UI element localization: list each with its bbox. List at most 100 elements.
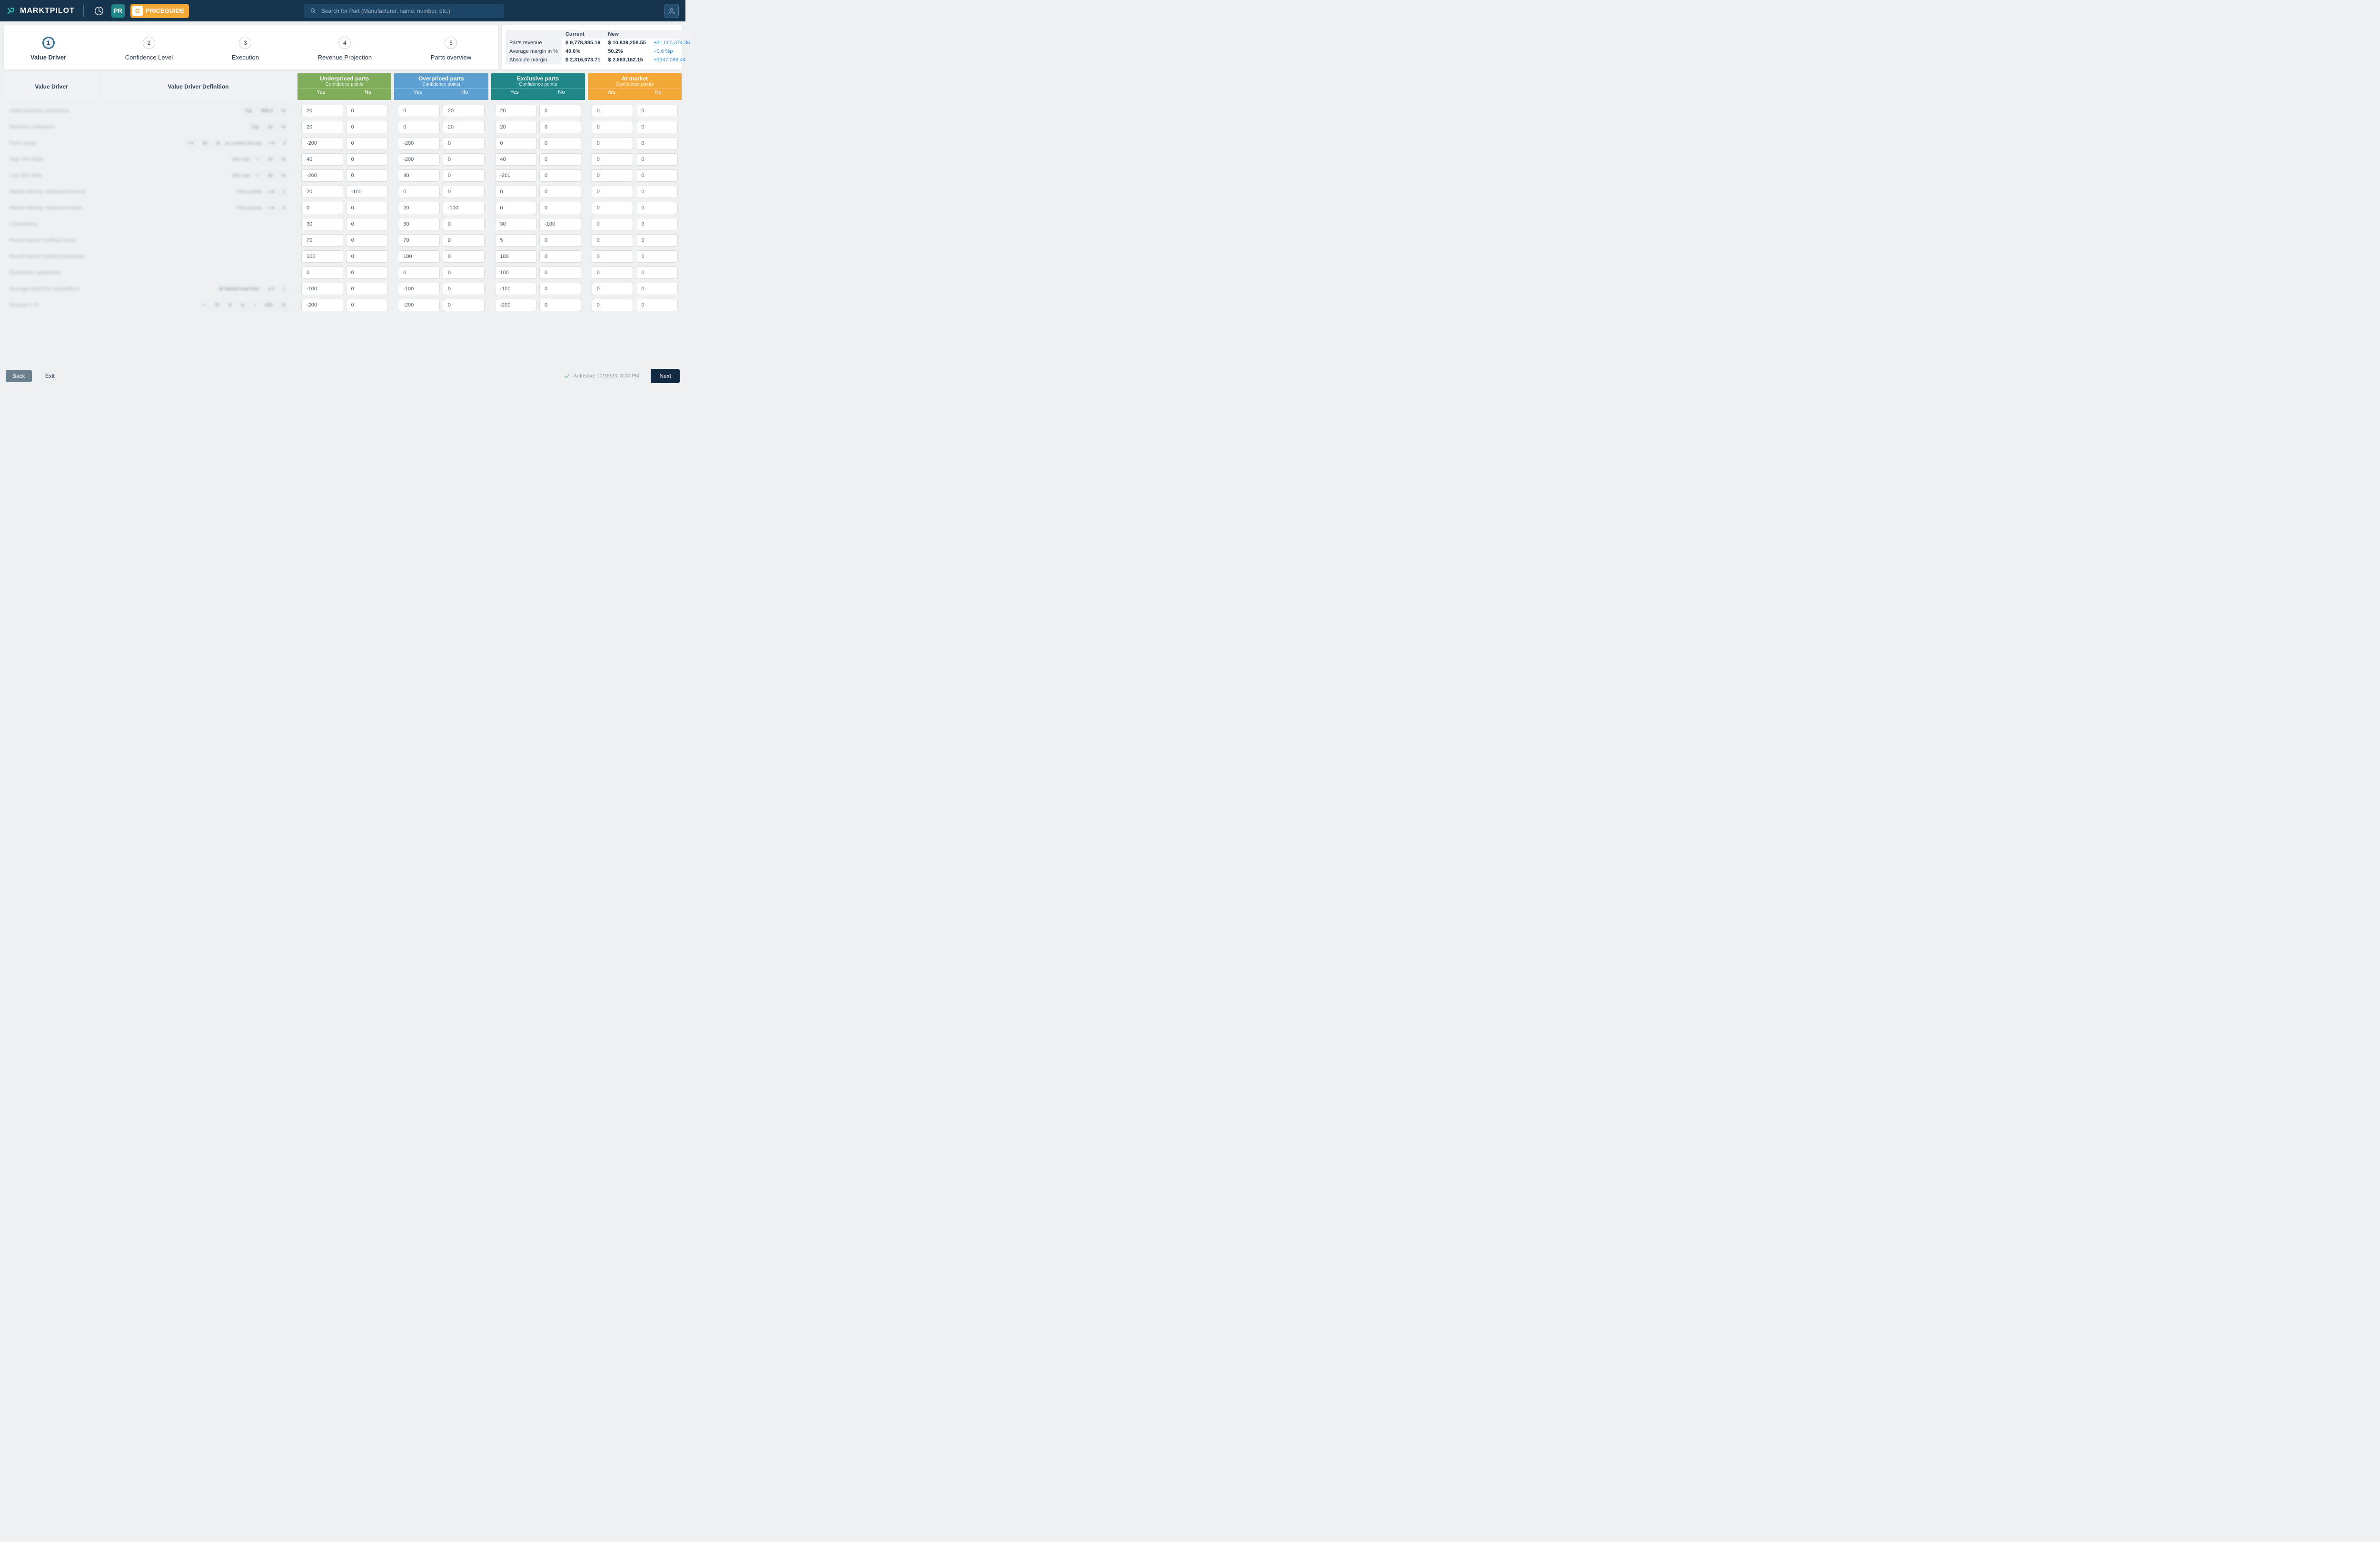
conf-input-no[interactable]: 0 <box>346 299 388 311</box>
conf-input-yes[interactable]: 30 <box>398 218 440 230</box>
conf-input-yes[interactable]: -200 <box>301 169 343 182</box>
conf-input-yes[interactable]: -200 <box>398 137 440 149</box>
conf-input-no[interactable]: 20 <box>443 105 485 117</box>
conf-input-yes[interactable]: 0 <box>301 267 343 279</box>
user-avatar[interactable] <box>664 4 679 18</box>
conf-input-no[interactable]: 0 <box>346 153 388 166</box>
conf-input-no[interactable]: 0 <box>346 121 388 133</box>
conf-input-yes[interactable]: -100 <box>398 283 440 295</box>
conf-input-yes[interactable]: 0 <box>592 137 634 149</box>
conf-input-no[interactable]: -100 <box>346 186 388 198</box>
conf-input-no[interactable]: 0 <box>539 234 581 247</box>
conf-input-yes[interactable]: -200 <box>301 299 343 311</box>
conf-input-yes[interactable]: 100 <box>495 250 537 263</box>
brand-logo[interactable]: MARKTPILOT <box>7 6 75 16</box>
conf-input-yes[interactable]: 0 <box>301 202 343 214</box>
conf-input-no[interactable]: 0 <box>636 202 678 214</box>
conf-input-yes[interactable]: 0 <box>495 186 537 198</box>
step-1[interactable]: 1Value Driver <box>30 37 66 61</box>
conf-input-yes[interactable]: 0 <box>592 283 634 295</box>
analytics-icon[interactable] <box>92 4 106 18</box>
conf-input-no[interactable]: 0 <box>443 137 485 149</box>
back-button[interactable]: Back <box>6 370 32 382</box>
conf-input-yes[interactable]: 20 <box>301 186 343 198</box>
conf-input-no[interactable]: 0 <box>636 186 678 198</box>
conf-input-yes[interactable]: 0 <box>592 267 634 279</box>
conf-input-yes[interactable]: -100 <box>495 283 537 295</box>
conf-input-no[interactable]: 0 <box>636 137 678 149</box>
search-bar[interactable] <box>304 4 504 18</box>
conf-input-yes[interactable]: 20 <box>301 105 343 117</box>
conf-input-yes[interactable]: 0 <box>495 137 537 149</box>
conf-input-no[interactable]: 0 <box>346 283 388 295</box>
step-2[interactable]: 2Confidence Level <box>125 37 173 61</box>
conf-input-no[interactable]: 0 <box>636 250 678 263</box>
conf-input-yes[interactable]: 0 <box>592 218 634 230</box>
conf-input-no[interactable]: 0 <box>539 267 581 279</box>
conf-input-yes[interactable]: 0 <box>592 169 634 182</box>
conf-input-yes[interactable]: 20 <box>301 121 343 133</box>
conf-input-no[interactable]: 0 <box>539 202 581 214</box>
conf-input-yes[interactable]: 100 <box>301 250 343 263</box>
conf-input-yes[interactable]: 30 <box>301 218 343 230</box>
conf-input-yes[interactable]: 0 <box>398 105 440 117</box>
conf-input-yes[interactable]: 100 <box>495 267 537 279</box>
search-input[interactable] <box>320 7 498 15</box>
conf-input-yes[interactable]: -200 <box>398 153 440 166</box>
conf-input-no[interactable]: 0 <box>636 153 678 166</box>
conf-input-yes[interactable]: 40 <box>398 169 440 182</box>
step-3[interactable]: 3Execution <box>232 37 259 61</box>
conf-input-yes[interactable]: 0 <box>398 186 440 198</box>
conf-input-yes[interactable]: 5 <box>495 234 537 247</box>
conf-input-no[interactable]: 0 <box>443 267 485 279</box>
conf-input-yes[interactable]: 0 <box>592 153 634 166</box>
conf-input-no[interactable]: 20 <box>443 121 485 133</box>
conf-input-yes[interactable]: 70 <box>398 234 440 247</box>
conf-input-no[interactable]: 0 <box>443 283 485 295</box>
conf-input-no[interactable]: 0 <box>443 299 485 311</box>
conf-input-yes[interactable]: 0 <box>592 105 634 117</box>
pr-module-icon[interactable]: PR <box>111 4 125 18</box>
conf-input-yes[interactable]: 20 <box>398 202 440 214</box>
conf-input-yes[interactable]: 0 <box>592 186 634 198</box>
conf-input-yes[interactable]: -200 <box>495 169 537 182</box>
conf-input-no[interactable]: 0 <box>636 121 678 133</box>
conf-input-yes[interactable]: 0 <box>398 267 440 279</box>
conf-input-yes[interactable]: 20 <box>495 105 537 117</box>
conf-input-no[interactable]: 0 <box>346 105 388 117</box>
conf-input-yes[interactable]: -200 <box>398 299 440 311</box>
conf-input-no[interactable]: 0 <box>443 218 485 230</box>
conf-input-no[interactable]: 0 <box>346 267 388 279</box>
conf-input-no[interactable]: 0 <box>346 250 388 263</box>
conf-input-no[interactable]: 0 <box>636 299 678 311</box>
conf-input-no[interactable]: 0 <box>636 105 678 117</box>
conf-input-no[interactable]: 0 <box>539 105 581 117</box>
exit-button[interactable]: Exit <box>39 370 61 382</box>
next-button[interactable]: Next <box>651 369 680 383</box>
conf-input-no[interactable]: 0 <box>346 234 388 247</box>
conf-input-no[interactable]: 0 <box>636 218 678 230</box>
conf-input-yes[interactable]: 70 <box>301 234 343 247</box>
conf-input-yes[interactable]: 100 <box>398 250 440 263</box>
conf-input-yes[interactable]: 0 <box>398 121 440 133</box>
step-5[interactable]: 5Parts overview <box>431 37 471 61</box>
conf-input-no[interactable]: 0 <box>346 218 388 230</box>
conf-input-no[interactable]: 0 <box>443 234 485 247</box>
conf-input-no[interactable]: -100 <box>539 218 581 230</box>
conf-input-no[interactable]: 0 <box>636 283 678 295</box>
conf-input-yes[interactable]: 40 <box>301 153 343 166</box>
conf-input-no[interactable]: 0 <box>539 186 581 198</box>
conf-input-yes[interactable]: 0 <box>592 299 634 311</box>
conf-input-no[interactable]: 0 <box>346 202 388 214</box>
step-4[interactable]: 4Revenue Projection <box>318 37 372 61</box>
conf-input-no[interactable]: 0 <box>539 153 581 166</box>
conf-input-yes[interactable]: 0 <box>592 202 634 214</box>
conf-input-no[interactable]: 0 <box>539 121 581 133</box>
conf-input-no[interactable]: 0 <box>443 169 485 182</box>
conf-input-no[interactable]: 0 <box>539 283 581 295</box>
conf-input-no[interactable]: 0 <box>346 137 388 149</box>
conf-input-yes[interactable]: -200 <box>301 137 343 149</box>
conf-input-no[interactable]: 0 <box>443 153 485 166</box>
conf-input-no[interactable]: 0 <box>636 267 678 279</box>
conf-input-no[interactable]: 0 <box>539 137 581 149</box>
